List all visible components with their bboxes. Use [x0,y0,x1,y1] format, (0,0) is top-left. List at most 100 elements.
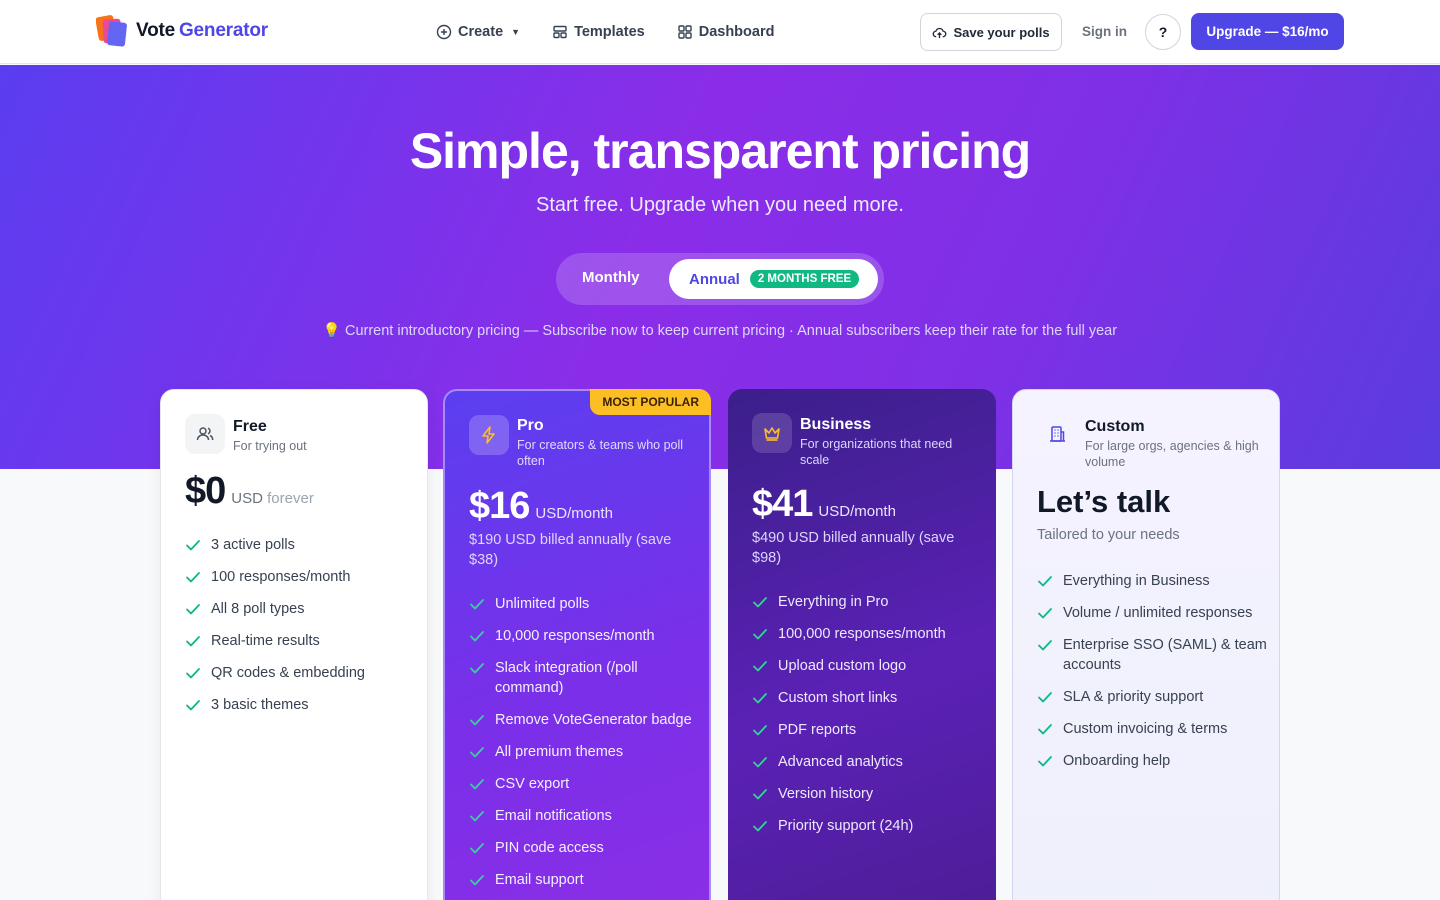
feature-list: Unlimited polls 10,000 responses/month Sla… [469,594,699,900]
plan-description: For trying out [233,439,307,453]
page-title: Simple, transparent pricing [409,123,1031,179]
check-icon [753,597,767,608]
dashboard-icon [678,25,692,39]
tailored-text: Tailored to your needs [1037,527,1180,543]
feature-list: Everything in Business Volume / unlimited… [1037,571,1267,783]
check-icon [470,599,484,610]
plan-card-pro: MOST POPULAR Pro For creators & teams wh… [443,389,711,900]
feature-item: Volume / unlimited responses [1037,603,1267,623]
billed-annually: $490 USD billed annually (save $98) [752,530,955,566]
plan-card-free: Free For trying out $0 USD forever 3 act… [160,389,428,900]
check-icon [753,757,767,768]
feature-list: 3 active polls 100 responses/month All 8 p… [185,535,415,727]
feature-item: Onboarding help [1037,751,1267,771]
toggle-annual[interactable]: Annual 2 MONTHS FREE [669,259,878,299]
check-icon [1038,724,1052,735]
feature-item: Priority support (24h) [752,816,982,836]
save-polls-button[interactable]: Save your polls [920,13,1062,51]
feature-item: Remove VoteGenerator badge [469,710,699,730]
page-subtitle: Start free. Upgrade when you need more. [536,194,904,216]
check-icon [753,725,767,736]
feature-item: Enterprise SSO (SAML) & team accounts [1037,635,1267,675]
building-icon [1037,414,1077,454]
feature-item: QR codes & embedding [185,663,415,683]
check-icon [1038,640,1052,651]
check-icon [753,661,767,672]
feature-item: Advanced analytics [752,752,982,772]
plan-description: For creators & teams who poll often [517,438,684,468]
logo[interactable]: Vote Generator [95,14,268,48]
feature-item: PDF reports [752,720,982,740]
check-icon [753,629,767,640]
nav-templates[interactable]: Templates [552,24,645,40]
check-icon [186,668,200,679]
sign-in-link[interactable]: Sign in [1082,24,1127,39]
help-button[interactable]: ? [1145,14,1181,50]
plan-description: For organizations that need scale [800,437,953,467]
feature-item: 3 basic themes [185,695,415,715]
feature-item: Version history [752,784,982,804]
check-icon [470,875,484,886]
plan-name: Custom [1085,418,1145,435]
check-icon [1038,692,1052,703]
templates-icon [553,25,567,39]
plan-description: For large orgs, agencies & high volume [1085,439,1259,469]
upgrade-button[interactable]: Upgrade — $16/mo [1191,13,1344,50]
feature-item: Email notifications [469,806,699,826]
feature-item: CSV export [469,774,699,794]
chevron-down-icon: ▼ [511,27,521,37]
toggle-annual-label: Annual [689,270,740,288]
check-icon [470,779,484,790]
plan-name: Business [800,416,872,433]
feature-item: Unlimited polls [469,594,699,614]
check-icon [186,636,200,647]
feature-item: Slack integration (/poll command) [469,658,699,698]
feature-item: Real-time results [185,631,415,651]
feature-item: SLA & priority support [1037,687,1267,707]
toggle-monthly[interactable]: Monthly [582,269,640,286]
feature-item: Upload custom logo [752,656,982,676]
feature-item: Custom invoicing & terms [1037,719,1267,739]
check-icon [470,811,484,822]
feature-item: Everything in Pro [752,592,982,612]
check-icon [186,700,200,711]
feature-list: Everything in Pro 100,000 responses/month… [752,592,982,848]
check-icon [186,604,200,615]
plan-name: Free [233,418,267,435]
months-free-badge: 2 MONTHS FREE [749,270,860,288]
logo-text: Vote Generator [136,20,268,41]
plan-price: $16 USD/month [469,485,613,527]
check-icon [470,843,484,854]
feature-item: 10,000 responses/month [469,626,699,646]
plan-card-custom: Custom For large orgs, agencies & high v… [1012,389,1280,900]
feature-item: Everything in Business [1037,571,1267,591]
feature-item: Custom short links [752,688,982,708]
plus-circle-icon [436,24,452,40]
logo-icon [95,14,128,48]
check-icon [470,663,484,674]
feature-item: 100 responses/month [185,567,415,587]
billed-annually: $190 USD billed annually (save $38) [469,532,672,568]
feature-item: All premium themes [469,742,699,762]
check-icon [470,631,484,642]
lets-talk-heading: Let’s talk [1037,484,1171,519]
cloud-upload-icon [933,27,947,38]
check-icon [1038,756,1052,767]
pricing-notice: 💡 Current introductory pricing — Subscri… [322,323,1118,339]
top-nav: Vote Generator Create ▼ Templates Dashboa… [0,0,1440,64]
check-icon [186,540,200,551]
check-icon [1038,608,1052,619]
most-popular-badge: MOST POPULAR [590,389,711,415]
check-icon [470,747,484,758]
users-icon [185,414,225,454]
crown-icon [752,413,792,453]
plan-price: $41 USD/month [752,483,896,525]
lightning-icon [469,415,509,455]
nav-dashboard[interactable]: Dashboard [677,24,774,40]
check-icon [470,715,484,726]
check-icon [753,789,767,800]
feature-item: 3 active polls [185,535,415,555]
check-icon [753,821,767,832]
plan-name: Pro [517,417,544,434]
nav-create[interactable]: Create ▼ [436,24,520,40]
